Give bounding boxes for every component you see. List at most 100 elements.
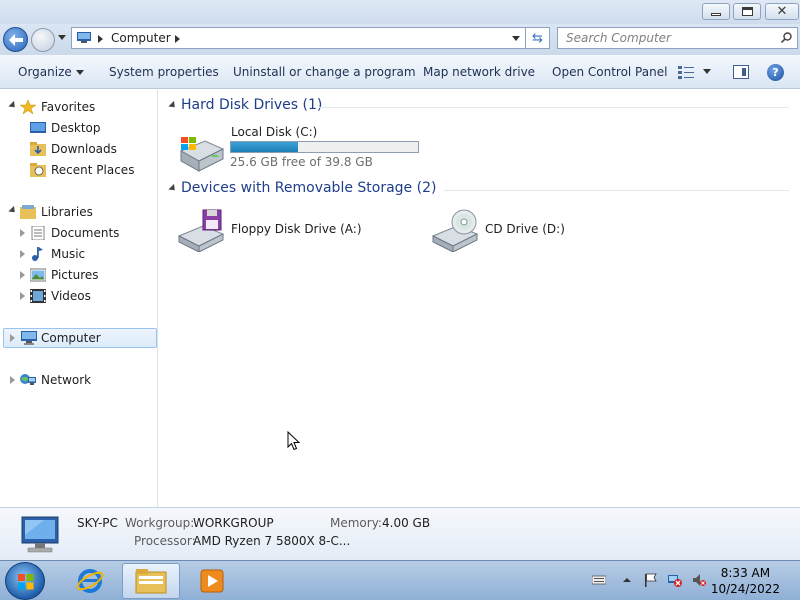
keyboard-icon[interactable] [592,573,606,587]
network-icon [20,374,36,385]
open-control-panel-button[interactable]: Open Control Panel [552,65,667,79]
search-input[interactable]: Search Computer [557,27,798,49]
processor-label: Processor: [134,534,196,548]
group-title: Hard Disk Drives (1) [181,97,323,113]
expand-arrow-icon[interactable] [20,250,25,258]
help-button[interactable]: ? [767,64,784,81]
computer-icon [21,331,37,345]
expand-arrow-icon[interactable] [20,271,25,279]
nav-label: Network [41,373,92,387]
capacity-bar [230,141,419,153]
nav-item-pictures[interactable]: Pictures [0,265,158,285]
nav-label: Favorites [41,100,96,114]
nav-item-music[interactable]: Music [0,244,158,264]
nav-item-documents[interactable]: Documents [0,223,158,243]
mouse-pointer-icon [287,431,301,451]
media-player-icon [200,569,224,593]
address-dropdown[interactable] [512,36,520,41]
chevron-up-icon[interactable] [620,573,634,587]
preview-pane-button[interactable] [733,65,749,79]
expand-arrow-icon[interactable] [10,376,15,384]
folder-icon [135,569,167,594]
free-space-text: 25.6 GB free of 39.8 GB [230,155,373,169]
map-network-drive-button[interactable]: Map network drive [423,65,535,79]
collapse-arrow-icon[interactable] [168,183,178,194]
organize-button[interactable]: Organize [18,65,84,79]
breadcrumb-separator[interactable] [98,35,103,43]
system-clock[interactable]: 8:33 AM 10/24/2022 [711,565,780,597]
expand-arrow-icon[interactable] [20,292,25,300]
nav-label: Desktop [51,121,101,135]
clock-date: 10/24/2022 [710,582,780,596]
processor-value: AMD Ryzen 7 5800X 8-C... [193,534,351,548]
back-button[interactable] [3,27,28,52]
start-button[interactable] [5,562,45,600]
uninstall-program-button[interactable]: Uninstall or change a program [233,65,416,79]
capacity-used-fill [231,142,298,152]
nav-label: Videos [51,289,91,303]
pictures-icon [30,268,46,282]
cd-drive-icon [431,209,479,252]
system-properties-button[interactable]: System properties [109,65,219,79]
music-icon [32,247,43,261]
nav-item-downloads[interactable]: Downloads [0,139,158,159]
nav-item-favorites[interactable]: Favorites [0,97,158,117]
group-divider [444,190,789,191]
minimize-button[interactable] [702,3,730,20]
memory-label: Memory: [330,516,382,530]
drive-floppy-a[interactable]: Floppy Disk Drive (A:) [177,208,417,256]
documents-icon [31,226,45,240]
action-center-flag-icon[interactable] [643,573,657,587]
memory-value: 4.00 GB [382,516,431,530]
forward-button[interactable] [31,28,55,52]
libraries-icon [20,205,36,219]
nav-item-libraries[interactable]: Libraries [0,202,158,222]
recent-pages-dropdown[interactable] [58,35,66,40]
taskbar-windows-explorer[interactable] [122,563,180,599]
nav-item-computer[interactable]: Computer [3,328,157,348]
group-divider [319,107,789,108]
details-pane: SKY-PC Workgroup: WORKGROUP Memory: 4.00… [0,507,800,560]
view-options-dropdown[interactable] [703,69,711,74]
expand-arrow-icon[interactable] [10,334,15,342]
search-placeholder: Search Computer [566,31,671,45]
internet-explorer-icon [76,569,104,593]
help-icon: ? [772,66,779,79]
nav-item-desktop[interactable]: Desktop [0,118,158,138]
hard-disk-icon [179,137,225,172]
organize-label: Organize [18,65,72,79]
taskbar: 8:33 AM 10/24/2022 [0,560,800,600]
breadcrumb-separator[interactable] [175,35,180,43]
group-header-removable-storage[interactable]: Devices with Removable Storage (2) [168,180,789,200]
drive-name: Local Disk (C:) [231,125,318,139]
nav-item-network[interactable]: Network [0,370,158,390]
search-icon[interactable] [781,32,792,43]
group-header-hard-disk-drives[interactable]: Hard Disk Drives (1) [168,97,789,117]
volume-muted-icon[interactable] [692,573,706,587]
nav-item-videos[interactable]: Videos [0,286,158,306]
taskbar-internet-explorer[interactable] [61,563,119,599]
taskbar-media-player[interactable] [183,563,241,599]
nav-label: Computer [41,331,101,345]
content-area: Hard Disk Drives (1) Local Disk (C:) 25.… [159,90,800,507]
expand-arrow-icon[interactable] [8,100,18,111]
collapse-arrow-icon[interactable] [168,100,178,111]
drive-name: Floppy Disk Drive (A:) [231,222,362,236]
maximize-button[interactable] [733,3,761,20]
change-view-icon[interactable] [678,65,694,79]
breadcrumb-computer[interactable]: Computer [111,31,171,45]
desktop-icon [30,122,46,133]
expand-arrow-icon[interactable] [8,205,18,216]
network-status-icon[interactable] [668,573,682,587]
expand-arrow-icon[interactable] [20,229,25,237]
back-arrow-icon [8,33,23,46]
computer-icon [77,32,91,43]
close-button[interactable]: ✕ [765,3,799,20]
refresh-button[interactable]: ⇆ [526,27,550,49]
address-bar[interactable]: Computer [71,27,526,49]
nav-label: Music [51,247,86,261]
nav-item-recent-places[interactable]: Recent Places [0,160,158,180]
clock-time: 8:33 AM [720,566,771,580]
drive-cd-d[interactable]: CD Drive (D:) [431,208,671,256]
floppy-drive-icon [177,209,225,252]
